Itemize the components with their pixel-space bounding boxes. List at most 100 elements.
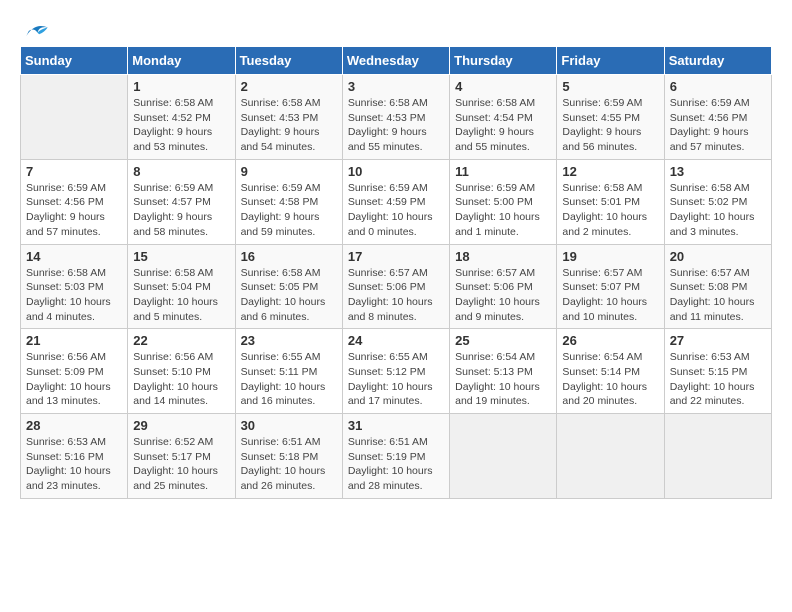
calendar-cell: 1 Sunrise: 6:58 AMSunset: 4:52 PMDaylight… xyxy=(128,75,235,160)
day-number: 30 xyxy=(241,418,337,433)
day-info: Sunrise: 6:57 AMSunset: 5:07 PMDaylight:… xyxy=(562,266,658,325)
calendar-cell: 8 Sunrise: 6:59 AMSunset: 4:57 PMDaylight… xyxy=(128,159,235,244)
logo xyxy=(20,20,52,36)
day-number: 2 xyxy=(241,79,337,94)
calendar-cell xyxy=(450,414,557,499)
day-info: Sunrise: 6:59 AMSunset: 4:56 PMDaylight:… xyxy=(26,181,122,240)
day-number: 7 xyxy=(26,164,122,179)
calendar-cell: 20 Sunrise: 6:57 AMSunset: 5:08 PMDayligh… xyxy=(664,244,771,329)
day-number: 23 xyxy=(241,333,337,348)
day-info: Sunrise: 6:59 AMSunset: 4:56 PMDaylight:… xyxy=(670,96,766,155)
week-row-1: 1 Sunrise: 6:58 AMSunset: 4:52 PMDaylight… xyxy=(21,75,772,160)
day-number: 15 xyxy=(133,249,229,264)
day-number: 12 xyxy=(562,164,658,179)
calendar-cell: 9 Sunrise: 6:59 AMSunset: 4:58 PMDaylight… xyxy=(235,159,342,244)
day-number: 17 xyxy=(348,249,444,264)
day-info: Sunrise: 6:57 AMSunset: 5:06 PMDaylight:… xyxy=(455,266,551,325)
day-number: 9 xyxy=(241,164,337,179)
day-info: Sunrise: 6:55 AMSunset: 5:12 PMDaylight:… xyxy=(348,350,444,409)
day-number: 18 xyxy=(455,249,551,264)
day-info: Sunrise: 6:58 AMSunset: 5:03 PMDaylight:… xyxy=(26,266,122,325)
day-number: 31 xyxy=(348,418,444,433)
calendar-cell: 27 Sunrise: 6:53 AMSunset: 5:15 PMDayligh… xyxy=(664,329,771,414)
day-number: 21 xyxy=(26,333,122,348)
day-info: Sunrise: 6:55 AMSunset: 5:11 PMDaylight:… xyxy=(241,350,337,409)
calendar-cell: 3 Sunrise: 6:58 AMSunset: 4:53 PMDaylight… xyxy=(342,75,449,160)
day-info: Sunrise: 6:51 AMSunset: 5:18 PMDaylight:… xyxy=(241,435,337,494)
week-row-5: 28 Sunrise: 6:53 AMSunset: 5:16 PMDayligh… xyxy=(21,414,772,499)
day-info: Sunrise: 6:59 AMSunset: 4:58 PMDaylight:… xyxy=(241,181,337,240)
header-wednesday: Wednesday xyxy=(342,47,449,75)
day-number: 14 xyxy=(26,249,122,264)
day-info: Sunrise: 6:59 AMSunset: 4:57 PMDaylight:… xyxy=(133,181,229,240)
header-thursday: Thursday xyxy=(450,47,557,75)
calendar-cell: 4 Sunrise: 6:58 AMSunset: 4:54 PMDaylight… xyxy=(450,75,557,160)
day-info: Sunrise: 6:57 AMSunset: 5:08 PMDaylight:… xyxy=(670,266,766,325)
day-info: Sunrise: 6:58 AMSunset: 5:04 PMDaylight:… xyxy=(133,266,229,325)
calendar-cell: 18 Sunrise: 6:57 AMSunset: 5:06 PMDayligh… xyxy=(450,244,557,329)
page-header xyxy=(20,20,772,36)
day-number: 11 xyxy=(455,164,551,179)
header-row: SundayMondayTuesdayWednesdayThursdayFrid… xyxy=(21,47,772,75)
day-number: 4 xyxy=(455,79,551,94)
day-number: 6 xyxy=(670,79,766,94)
header-tuesday: Tuesday xyxy=(235,47,342,75)
day-number: 25 xyxy=(455,333,551,348)
day-number: 16 xyxy=(241,249,337,264)
day-info: Sunrise: 6:58 AMSunset: 4:54 PMDaylight:… xyxy=(455,96,551,155)
logo-bird-icon xyxy=(22,20,52,40)
calendar-cell: 26Sunrise: 6:54 AMSunset: 5:14 PMDayligh… xyxy=(557,329,664,414)
calendar-cell: 5 Sunrise: 6:59 AMSunset: 4:55 PMDaylight… xyxy=(557,75,664,160)
day-number: 19 xyxy=(562,249,658,264)
calendar-cell: 13Sunrise: 6:58 AMSunset: 5:02 PMDayligh… xyxy=(664,159,771,244)
calendar-cell: 16Sunrise: 6:58 AMSunset: 5:05 PMDayligh… xyxy=(235,244,342,329)
day-number: 8 xyxy=(133,164,229,179)
day-number: 26 xyxy=(562,333,658,348)
day-number: 3 xyxy=(348,79,444,94)
calendar-cell: 22 Sunrise: 6:56 AMSunset: 5:10 PMDayligh… xyxy=(128,329,235,414)
day-number: 13 xyxy=(670,164,766,179)
calendar-cell: 11Sunrise: 6:59 AMSunset: 5:00 PMDayligh… xyxy=(450,159,557,244)
day-info: Sunrise: 6:59 AMSunset: 4:55 PMDaylight:… xyxy=(562,96,658,155)
week-row-2: 7 Sunrise: 6:59 AMSunset: 4:56 PMDaylight… xyxy=(21,159,772,244)
calendar-cell: 15 Sunrise: 6:58 AMSunset: 5:04 PMDayligh… xyxy=(128,244,235,329)
calendar-cell: 2 Sunrise: 6:58 AMSunset: 4:53 PMDaylight… xyxy=(235,75,342,160)
day-info: Sunrise: 6:58 AMSunset: 4:53 PMDaylight:… xyxy=(348,96,444,155)
calendar-cell: 30 Sunrise: 6:51 AMSunset: 5:18 PMDayligh… xyxy=(235,414,342,499)
calendar-cell: 31 Sunrise: 6:51 AMSunset: 5:19 PMDayligh… xyxy=(342,414,449,499)
day-number: 27 xyxy=(670,333,766,348)
calendar-cell xyxy=(557,414,664,499)
day-info: Sunrise: 6:54 AMSunset: 5:13 PMDaylight:… xyxy=(455,350,551,409)
calendar-table: SundayMondayTuesdayWednesdayThursdayFrid… xyxy=(20,46,772,499)
week-row-4: 21Sunrise: 6:56 AMSunset: 5:09 PMDayligh… xyxy=(21,329,772,414)
day-number: 1 xyxy=(133,79,229,94)
day-info: Sunrise: 6:56 AMSunset: 5:10 PMDaylight:… xyxy=(133,350,229,409)
day-number: 20 xyxy=(670,249,766,264)
calendar-cell: 14 Sunrise: 6:58 AMSunset: 5:03 PMDayligh… xyxy=(21,244,128,329)
day-info: Sunrise: 6:53 AMSunset: 5:15 PMDaylight:… xyxy=(670,350,766,409)
day-info: Sunrise: 6:59 AMSunset: 4:59 PMDaylight:… xyxy=(348,181,444,240)
day-info: Sunrise: 6:58 AMSunset: 4:53 PMDaylight:… xyxy=(241,96,337,155)
calendar-cell xyxy=(664,414,771,499)
header-sunday: Sunday xyxy=(21,47,128,75)
calendar-cell: 6 Sunrise: 6:59 AMSunset: 4:56 PMDaylight… xyxy=(664,75,771,160)
day-info: Sunrise: 6:53 AMSunset: 5:16 PMDaylight:… xyxy=(26,435,122,494)
day-number: 29 xyxy=(133,418,229,433)
day-info: Sunrise: 6:51 AMSunset: 5:19 PMDaylight:… xyxy=(348,435,444,494)
day-info: Sunrise: 6:57 AMSunset: 5:06 PMDaylight:… xyxy=(348,266,444,325)
day-number: 10 xyxy=(348,164,444,179)
calendar-cell: 17 Sunrise: 6:57 AMSunset: 5:06 PMDayligh… xyxy=(342,244,449,329)
day-number: 28 xyxy=(26,418,122,433)
day-info: Sunrise: 6:58 AMSunset: 4:52 PMDaylight:… xyxy=(133,96,229,155)
day-number: 22 xyxy=(133,333,229,348)
day-number: 24 xyxy=(348,333,444,348)
header-monday: Monday xyxy=(128,47,235,75)
calendar-cell: 28 Sunrise: 6:53 AMSunset: 5:16 PMDayligh… xyxy=(21,414,128,499)
day-info: Sunrise: 6:52 AMSunset: 5:17 PMDaylight:… xyxy=(133,435,229,494)
calendar-cell: 29 Sunrise: 6:52 AMSunset: 5:17 PMDayligh… xyxy=(128,414,235,499)
day-number: 5 xyxy=(562,79,658,94)
calendar-cell xyxy=(21,75,128,160)
calendar-cell: 7 Sunrise: 6:59 AMSunset: 4:56 PMDaylight… xyxy=(21,159,128,244)
calendar-cell: 10 Sunrise: 6:59 AMSunset: 4:59 PMDayligh… xyxy=(342,159,449,244)
calendar-cell: 12Sunrise: 6:58 AMSunset: 5:01 PMDayligh… xyxy=(557,159,664,244)
